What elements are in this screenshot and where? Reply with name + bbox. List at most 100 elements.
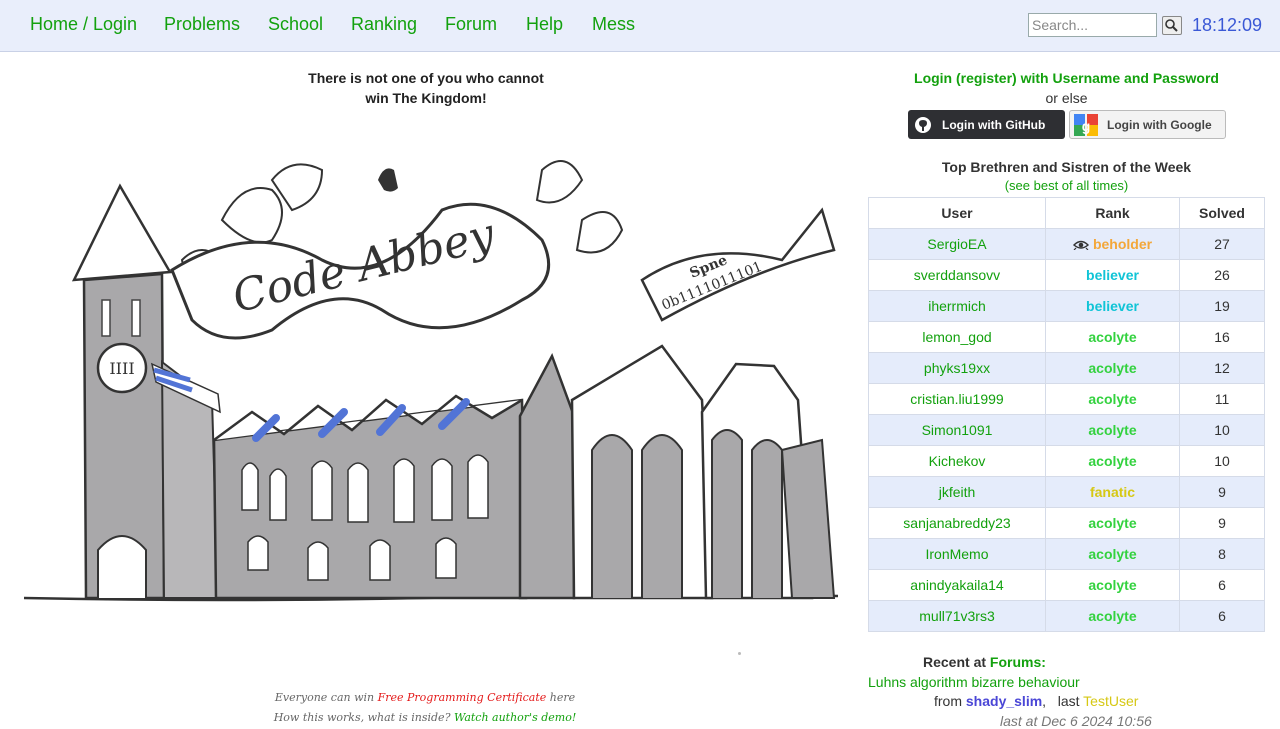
- demo-link[interactable]: Watch author's demo!: [454, 711, 576, 724]
- rank-label: acolyte: [1045, 600, 1180, 632]
- table-row: iherrmich believer 19: [868, 290, 1265, 322]
- user-link[interactable]: IronMemo: [868, 538, 1046, 570]
- rank-cell: beholder: [1045, 228, 1180, 260]
- promo-line-1: Everyone can win Free Programming Certif…: [230, 688, 620, 708]
- nav-ranking[interactable]: Ranking: [351, 14, 417, 35]
- recent-topic-date: last at Dec 6 2024 10:56: [1000, 713, 1152, 729]
- user-link[interactable]: sverddansovv: [868, 259, 1046, 291]
- rank-label: acolyte: [1045, 414, 1180, 446]
- table-header-row: User Rank Solved: [868, 197, 1265, 229]
- forums-link[interactable]: Forums:: [990, 654, 1046, 670]
- top-week-title: Top Brethren and Sistren of the Week: [941, 159, 1192, 175]
- login-google-button[interactable]: g Login with Google: [1069, 110, 1226, 139]
- nav-problems[interactable]: Problems: [164, 14, 240, 35]
- best-of-all-times-link[interactable]: (see best of all times): [868, 178, 1265, 193]
- solved-count: 9: [1179, 476, 1265, 508]
- nav-forum[interactable]: Forum: [445, 14, 497, 35]
- from-label: from: [934, 693, 962, 709]
- svg-text:IIII: IIII: [109, 359, 134, 378]
- topic-author-link[interactable]: shady_slim: [966, 693, 1042, 709]
- table-row: Simon1091 acolyte 10: [868, 414, 1265, 446]
- promo-text: Everyone can win: [274, 691, 378, 704]
- last-user-link[interactable]: TestUser: [1083, 693, 1138, 709]
- recent-forums-title: Recent at Forums:: [923, 654, 1046, 670]
- recent-topic-meta: from shady_slim, last TestUser: [934, 693, 1138, 709]
- user-link[interactable]: cristian.liu1999: [868, 383, 1046, 415]
- solved-count: 6: [1179, 569, 1265, 601]
- solved-count: 10: [1179, 445, 1265, 477]
- rank-label: believer: [1045, 290, 1180, 322]
- table-row: sverddansovv believer 26: [868, 259, 1265, 291]
- solved-count: 8: [1179, 538, 1265, 570]
- table-row: anindyakaila14 acolyte 6: [868, 569, 1265, 601]
- last-label: last: [1057, 693, 1080, 709]
- certificate-link[interactable]: Free Programming Certificate: [378, 691, 547, 704]
- user-link[interactable]: Simon1091: [868, 414, 1046, 446]
- rank-label: acolyte: [1045, 383, 1180, 415]
- col-user: User: [868, 197, 1046, 229]
- table-row: Kichekov acolyte 10: [868, 445, 1265, 477]
- nav-mess[interactable]: Mess: [592, 14, 635, 35]
- table-row: sanjanabreddy23 acolyte 9: [868, 507, 1265, 539]
- user-link[interactable]: anindyakaila14: [868, 569, 1046, 601]
- promo-text-2: How this works, what is inside?: [273, 711, 454, 724]
- table-row: SergioEA beholder 27: [868, 228, 1265, 260]
- google-label: Login with Google: [1107, 117, 1212, 132]
- nav-school[interactable]: School: [268, 14, 323, 35]
- user-link[interactable]: Kichekov: [868, 445, 1046, 477]
- top-navigation-bar: Home / Login Problems School Ranking For…: [0, 0, 1280, 52]
- rank-label: acolyte: [1045, 507, 1180, 539]
- code-abbey-logo: IIII Code Abbey Spne 0b1111011101: [23, 160, 839, 602]
- solved-count: 12: [1179, 352, 1265, 384]
- google-icon: g: [1074, 113, 1098, 136]
- rank-label: acolyte: [1045, 352, 1180, 384]
- svg-text:g: g: [1082, 118, 1091, 134]
- user-link[interactable]: phyks19xx: [868, 352, 1046, 384]
- user-link[interactable]: mull71v3rs3: [868, 600, 1046, 632]
- solved-count: 11: [1179, 383, 1265, 415]
- recent-label: Recent at: [923, 654, 990, 670]
- login-register-link[interactable]: Login (register) with Username and Passw…: [868, 70, 1265, 86]
- user-link[interactable]: jkfeith: [868, 476, 1046, 508]
- top-users-table: User Rank Solved SergioEA beholder 27 sv…: [868, 197, 1265, 632]
- user-link[interactable]: sanjanabreddy23: [868, 507, 1046, 539]
- user-link[interactable]: SergioEA: [868, 228, 1046, 260]
- rank-label: beholder: [1092, 236, 1153, 252]
- login-github-button[interactable]: Login with GitHub: [908, 110, 1065, 139]
- clock: 18:12:09: [1192, 15, 1263, 35]
- github-label: Login with GitHub: [942, 117, 1046, 132]
- solved-count: 16: [1179, 321, 1265, 353]
- table-row: lemon_god acolyte 16: [868, 321, 1265, 353]
- table-row: IronMemo acolyte 8: [868, 538, 1265, 570]
- solved-count: 9: [1179, 507, 1265, 539]
- user-link[interactable]: lemon_god: [868, 321, 1046, 353]
- recent-topic-link[interactable]: Luhns algorithm bizarre behaviour: [868, 674, 1080, 690]
- col-solved: Solved: [1179, 197, 1265, 229]
- slogan-line-1: There is not one of you who cannot: [308, 70, 544, 86]
- rank-label: acolyte: [1045, 321, 1180, 353]
- solved-count: 19: [1179, 290, 1265, 322]
- search-box: [1028, 13, 1182, 37]
- promo-line-2: How this works, what is inside? Watch au…: [230, 708, 620, 728]
- decorative-dot: [738, 652, 741, 655]
- user-link[interactable]: iherrmich: [868, 290, 1046, 322]
- rank-label: believer: [1045, 259, 1180, 291]
- search-icon: [1165, 19, 1178, 32]
- promo-text-here: here: [546, 691, 576, 704]
- table-row: jkfeith fanatic 9: [868, 476, 1265, 508]
- rank-label: acolyte: [1045, 538, 1180, 570]
- or-else-text: or else: [1045, 90, 1088, 106]
- slogan-line-2: win The Kingdom!: [365, 90, 487, 106]
- col-rank: Rank: [1045, 197, 1180, 229]
- nav-home-login[interactable]: Home / Login: [30, 14, 137, 35]
- solved-count: 27: [1179, 228, 1265, 260]
- slogan: There is not one of you who cannot win T…: [226, 68, 626, 108]
- nav-help[interactable]: Help: [526, 14, 563, 35]
- table-row: phyks19xx acolyte 12: [868, 352, 1265, 384]
- rank-label: acolyte: [1045, 569, 1180, 601]
- solved-count: 10: [1179, 414, 1265, 446]
- search-input[interactable]: [1028, 13, 1157, 37]
- search-button[interactable]: [1162, 16, 1182, 35]
- github-icon: [915, 116, 931, 133]
- certificate-promo: Everyone can win Free Programming Certif…: [230, 688, 620, 728]
